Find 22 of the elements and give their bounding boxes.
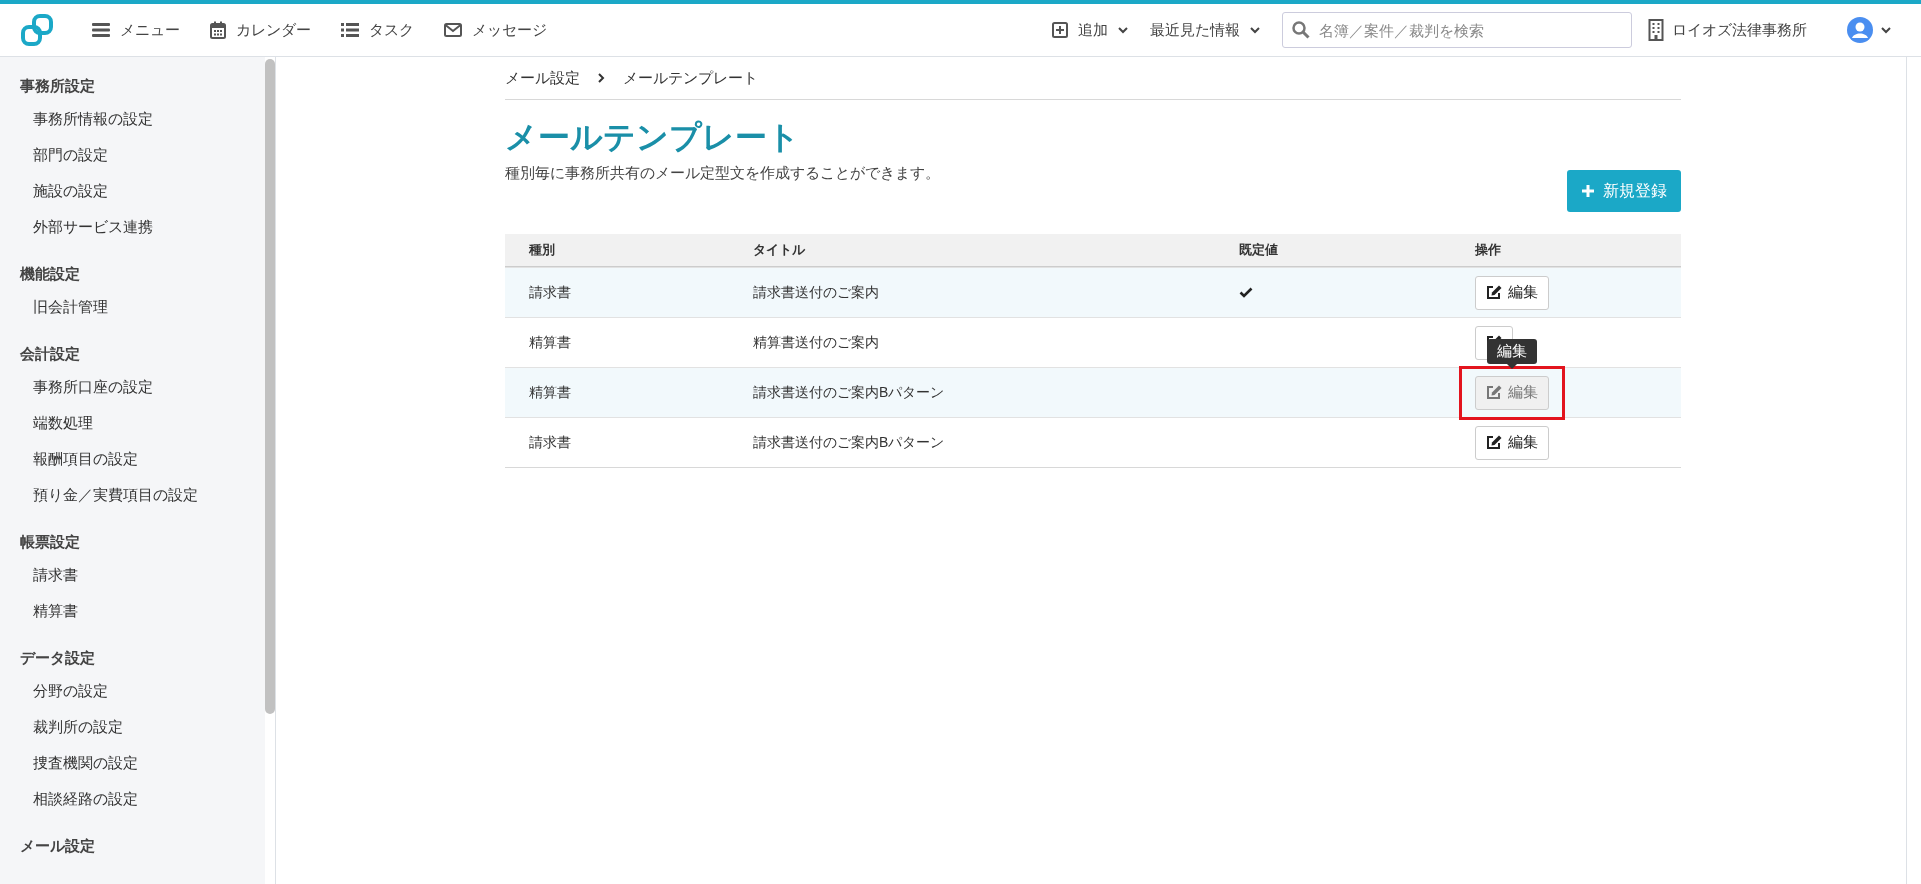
table-cell-text: 請求書送付のご案内Bパターン	[752, 383, 946, 402]
page-title: メールテンプレート	[505, 118, 801, 157]
table-cell-text: 精算書	[528, 383, 572, 402]
section-heading: メール設定	[19, 836, 96, 856]
table-cell-text: 請求書	[528, 433, 572, 452]
tooltip: 編集	[1487, 338, 1537, 364]
column-header: 既定値	[1238, 241, 1279, 259]
table-cell-text: 精算書	[528, 333, 572, 352]
column-header: タイトル	[752, 241, 806, 259]
section-heading: 機能設定	[18, 264, 81, 284]
table-cell-text: 請求書	[528, 283, 572, 302]
section-heading: 帳票設定	[19, 532, 81, 552]
column-header: 種別	[528, 241, 556, 259]
section-heading: データ設定	[19, 648, 96, 668]
column-header: 操作	[1475, 241, 1502, 259]
breadcrumb-current: メールテンプレート	[623, 68, 758, 88]
table-cell-text: 精算書送付のご案内	[752, 333, 880, 352]
section-heading: 会計設定	[19, 344, 81, 364]
page-description: 種別毎に事務所共有のメール定型文を作成することができます。	[505, 164, 940, 183]
table-cell-text: 請求書送付のご案内	[752, 283, 880, 302]
table-cell-text: 請求書送付のご案内Bパターン	[752, 433, 946, 452]
section-heading: 事務所設定	[19, 76, 96, 96]
